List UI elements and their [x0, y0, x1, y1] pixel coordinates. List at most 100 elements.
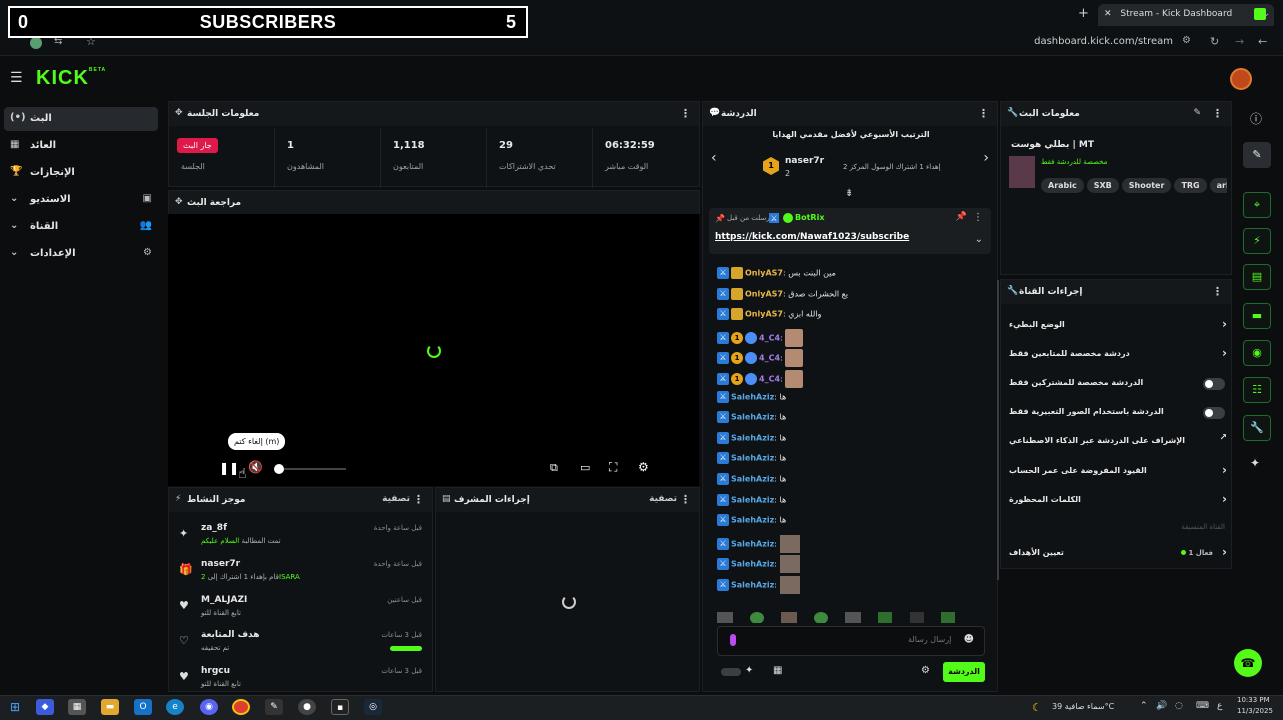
drag-icon[interactable]: ✥ — [175, 197, 183, 207]
rail-layout-button[interactable]: ☷ — [1243, 377, 1271, 403]
tag[interactable]: TRG — [1174, 178, 1207, 193]
rail-broadcast-button[interactable]: ◉ — [1243, 340, 1271, 366]
points-icon[interactable]: ✦ — [745, 665, 753, 676]
microphone-icon[interactable] — [730, 634, 736, 646]
forward-icon[interactable]: → — [1235, 35, 1244, 48]
subscribers-only-toggle[interactable] — [1203, 378, 1225, 390]
rail-chat-button[interactable]: ▬ — [1243, 303, 1271, 329]
chevron-down-icon[interactable]: ⌄ — [975, 234, 983, 245]
tab-search-icon[interactable]: ⌄ — [1262, 8, 1270, 19]
tune-icon[interactable]: ⚙ — [1182, 35, 1191, 46]
volume-slider-track[interactable] — [284, 468, 346, 470]
muted-speaker-icon[interactable]: 🔇 — [248, 460, 263, 474]
top-gifter-name[interactable]: naser7r — [785, 156, 824, 166]
filter-button[interactable]: تصفية — [382, 494, 410, 504]
network-icon[interactable]: ◌ — [1175, 701, 1183, 711]
tag[interactable]: Shooter — [1121, 178, 1172, 193]
browser-tab-kick[interactable]: ✕ Stream - Kick Dashboard — [1098, 4, 1274, 26]
more-options-icon[interactable]: ⋮ — [1212, 285, 1223, 298]
pinned-user[interactable]: BotRix — [795, 213, 824, 222]
nav-item-channel[interactable]: ⌄ القناة 👥 — [4, 215, 158, 239]
nav-item-revenue[interactable]: ▦ العائد — [4, 134, 158, 158]
clock-time[interactable]: 10:33 PM — [1237, 696, 1270, 704]
stream-category[interactable]: مخصصة للدردشة فقط — [1041, 158, 1107, 166]
ai-moderation-row[interactable]: الإشراف على الدردشة عبر الذكاء الاصطناعي… — [1009, 428, 1229, 456]
drag-icon[interactable]: ✥ — [175, 108, 183, 118]
nav-item-stream[interactable]: (•) البث — [4, 107, 158, 131]
profile-icon[interactable] — [30, 37, 42, 49]
url-text[interactable]: dashboard.kick.com/stream — [1034, 36, 1173, 47]
chat-username[interactable]: SalehAziz — [731, 560, 774, 569]
copilot-icon[interactable]: ◆ — [36, 699, 54, 715]
chat-settings-gear-icon[interactable]: ⚙ — [921, 665, 930, 676]
emote-icon[interactable] — [781, 612, 798, 623]
app-icon[interactable]: ✎ — [265, 699, 283, 715]
chat-toggle[interactable] — [721, 668, 741, 676]
banned-words-row[interactable]: الكلمات المحظورة › — [1009, 487, 1229, 515]
tag[interactable]: SXB — [1086, 178, 1119, 193]
chat-input[interactable]: إرسال رسالة ☻ — [717, 626, 985, 656]
app-icon[interactable]: ▪ — [331, 699, 349, 715]
settings-gear-icon[interactable]: ⚙ — [638, 460, 649, 474]
emote-icon[interactable] — [878, 612, 893, 623]
slow-mode-row[interactable]: الوضع البطيء › — [1009, 312, 1229, 340]
emotes-only-toggle[interactable] — [1203, 407, 1225, 419]
chat-username[interactable]: SalehAziz — [731, 539, 774, 548]
chat-username[interactable]: 4_C4 — [759, 375, 780, 384]
new-tab-button[interactable]: + — [1078, 6, 1089, 21]
rail-studio-button[interactable]: ⌖ — [1243, 192, 1271, 218]
chat-username[interactable]: SalehAziz — [731, 475, 774, 484]
fullscreen-icon[interactable]: ⛶ — [609, 460, 617, 475]
collapse-icon[interactable]: ⇟ — [845, 188, 853, 199]
emote-icon[interactable] — [814, 612, 829, 623]
windows-start-icon[interactable]: ⊞ — [6, 699, 24, 715]
chat-scrollbar[interactable] — [997, 280, 999, 580]
account-age-row[interactable]: القيود المفروضة على عمر الحساب › — [1009, 458, 1229, 486]
edit-pencil-icon[interactable]: ✎ — [1193, 108, 1201, 118]
support-chat-button[interactable]: ☎ — [1234, 649, 1262, 677]
emote-icon[interactable] — [940, 612, 955, 623]
rail-tools-button[interactable]: 🔧 — [1243, 415, 1271, 441]
more-options-icon[interactable]: ⋮ — [1212, 107, 1223, 120]
outlook-icon[interactable]: O — [134, 699, 152, 715]
followers-only-row[interactable]: دردشة مخصصة للمتابعين فقط › — [1009, 341, 1229, 369]
activity-user[interactable]: za_8f — [201, 523, 227, 533]
category-thumbnail[interactable] — [1009, 156, 1035, 188]
emoji-icon[interactable]: ☻ — [964, 634, 974, 645]
chat-send-button[interactable]: الدردشة — [943, 662, 985, 682]
picture-in-picture-icon[interactable]: ⧉ — [550, 461, 558, 475]
rail-flash-button[interactable]: ⚡ — [1243, 228, 1271, 254]
pin-toggle-icon[interactable]: 📌 — [956, 212, 967, 222]
keyboard-icon[interactable]: ⌨ — [1196, 701, 1209, 711]
chat-username[interactable]: SalehAziz — [731, 581, 774, 590]
chat-username[interactable]: SalehAziz — [731, 433, 774, 442]
more-options-icon[interactable]: ⋮ — [413, 493, 424, 506]
filter-button[interactable]: تصفية — [649, 494, 677, 504]
activity-user[interactable]: M_ALJAZI — [201, 595, 247, 605]
extensions-icon[interactable]: ✦ — [1250, 456, 1260, 470]
tag[interactable]: Arabic — [1041, 178, 1084, 193]
edit-mode-button[interactable]: ✎ — [1243, 142, 1271, 168]
theater-mode-icon[interactable]: ▭ — [580, 461, 590, 474]
chat-username[interactable]: SalehAziz — [731, 516, 774, 525]
obs-icon[interactable]: ● — [298, 699, 316, 715]
file-explorer-icon[interactable]: ▬ — [101, 699, 119, 715]
more-options-icon[interactable]: ⋮ — [680, 493, 691, 506]
store-icon[interactable]: ▦ — [773, 665, 782, 676]
chat-username[interactable]: SalehAziz — [731, 392, 774, 401]
close-tab-icon[interactable]: ✕ — [1104, 9, 1112, 19]
nav-item-settings[interactable]: ⌄ الإعدادات ⚙ — [4, 242, 158, 266]
chat-username[interactable]: 4_C4 — [759, 333, 780, 342]
discord-icon[interactable]: ◉ — [200, 699, 218, 715]
pinned-link[interactable]: https://kick.com/Nawaf1023/subscribe — [715, 232, 909, 242]
chrome-icon[interactable] — [232, 699, 250, 715]
chat-username[interactable]: OnlyAS7 — [745, 310, 783, 319]
tray-chevron-icon[interactable]: ⌃ — [1140, 701, 1148, 711]
back-icon[interactable]: ← — [1258, 35, 1267, 48]
tag[interactable]: arb — [1209, 178, 1227, 193]
emote-icon[interactable] — [909, 612, 924, 623]
chat-username[interactable]: OnlyAS7 — [745, 289, 783, 298]
emote-icon[interactable] — [717, 612, 733, 623]
nav-item-studio[interactable]: ⌄ الاستديو ▣ — [4, 188, 158, 212]
volume-slider-handle[interactable] — [274, 464, 284, 474]
